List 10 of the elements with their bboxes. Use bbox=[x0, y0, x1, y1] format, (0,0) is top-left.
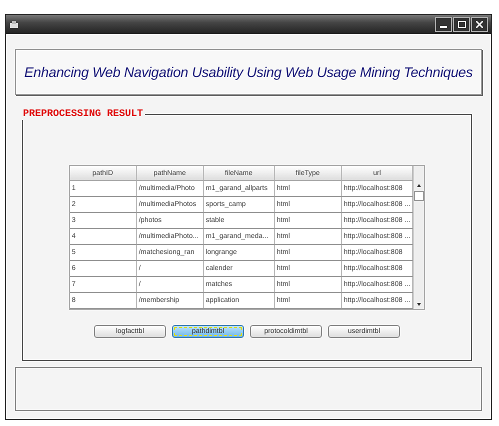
scrollbar[interactable] bbox=[413, 166, 424, 309]
close-button[interactable] bbox=[471, 17, 488, 32]
minimize-button[interactable] bbox=[435, 17, 452, 32]
app-icon bbox=[9, 20, 19, 28]
maximize-button[interactable] bbox=[453, 17, 470, 32]
close-icon bbox=[476, 21, 483, 28]
scroll-thumb[interactable] bbox=[414, 191, 424, 201]
app-title: Enhancing Web Navigation Usability Using Web Usage Mining Techniques bbox=[24, 64, 473, 80]
group-title: PREPROCESSING RESULT bbox=[22, 109, 144, 120]
maximize-icon bbox=[458, 21, 466, 28]
